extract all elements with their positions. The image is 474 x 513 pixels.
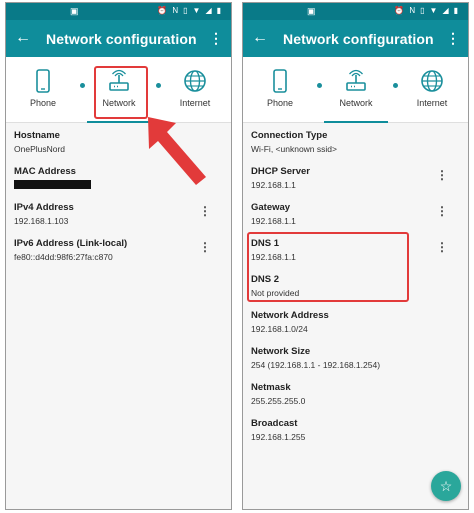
kebab-icon[interactable]: ⋮ — [436, 169, 448, 181]
tab-label: Phone — [29, 98, 57, 108]
list-item-dns-1: DNS 1 192.168.1.1 ⋮ — [243, 231, 468, 267]
router-icon — [346, 69, 366, 91]
favorite-button[interactable]: ☆ — [431, 471, 461, 501]
list-item-ipv6-address: IPv6 Address (Link-local) fe80::d4dd:98f… — [6, 231, 231, 267]
tab-internet[interactable]: Internet — [161, 57, 229, 122]
battery-icon: ▮ — [216, 6, 221, 15]
router-icon — [109, 69, 129, 91]
phone-screen-right: ▣ ⏰ N ▯ ▼ ◢ ▮ ← Network configuration ⋮ … — [242, 2, 469, 510]
alarm-icon: ⏰ — [157, 6, 168, 15]
item-label: DNS 2 — [251, 274, 279, 285]
item-value: 254 (192.168.1.1 - 192.168.1.254) — [251, 360, 381, 370]
tab-phone[interactable]: Phone — [246, 57, 314, 122]
details-list: Connection Type Wi-Fi, <unknown ssid> DH… — [243, 123, 468, 509]
list-item-dhcp-server: DHCP Server 192.168.1.1 ⋮ — [243, 159, 468, 195]
kebab-icon[interactable]: ⋮ — [436, 241, 448, 253]
item-value: Wi-Fi, <unknown ssid> — [251, 144, 337, 154]
kebab-icon[interactable]: ⋮ — [199, 241, 211, 253]
status-bar: ▣ ⏰ N ▯ ▼ ◢ ▮ — [243, 3, 468, 20]
image-icon: ▣ — [70, 6, 79, 16]
tab-bar: Phone Network Internet — [243, 57, 468, 123]
back-arrow-icon[interactable]: ← — [15, 29, 31, 47]
red-arrow-annotation — [148, 117, 206, 185]
app-bar: ← Network configuration ⋮ — [243, 20, 468, 57]
tab-label: Internet — [416, 98, 448, 108]
list-item-network-size: Network Size 254 (192.168.1.1 - 192.168.… — [243, 339, 468, 375]
tab-phone[interactable]: Phone — [9, 57, 77, 122]
page-title: Network configuration — [46, 31, 197, 47]
tab-bar: Phone Network Internet — [6, 57, 231, 123]
kebab-icon[interactable]: ⋮ — [199, 205, 211, 217]
list-item-connection-type: Connection Type Wi-Fi, <unknown ssid> — [243, 123, 468, 159]
tab-network[interactable]: Network — [322, 57, 390, 123]
item-label: Broadcast — [251, 418, 298, 429]
list-item-network-address: Network Address 192.168.1.0/24 — [243, 303, 468, 339]
overflow-menu-icon[interactable]: ⋮ — [446, 29, 460, 47]
tab-label: Network — [102, 98, 136, 108]
tab-internet[interactable]: Internet — [398, 57, 466, 122]
vibrate-icon: ▯ — [420, 6, 425, 15]
list-item-netmask: Netmask 255.255.255.0 — [243, 375, 468, 411]
item-label: Network Size — [251, 346, 311, 357]
signal-icon: ◢ — [205, 6, 212, 15]
nfc-icon: N — [409, 6, 416, 15]
item-value: 192.168.1.255 — [251, 432, 306, 442]
phone-screen-left: ▣ ⏰ N ▯ ▼ ◢ ▮ ← Network configuration ⋮ … — [5, 2, 232, 510]
page-title: Network configuration — [283, 31, 434, 47]
list-item-dns-2: DNS 2 Not provided — [243, 267, 468, 303]
image-icon: ▣ — [307, 6, 316, 16]
redacted-value — [14, 180, 91, 189]
tab-network[interactable]: Network — [85, 57, 153, 123]
tab-label: Internet — [179, 98, 211, 108]
back-arrow-icon[interactable]: ← — [252, 29, 268, 47]
phone-icon — [36, 69, 50, 93]
battery-icon: ▮ — [453, 6, 458, 15]
wifi-icon: ▼ — [429, 6, 438, 15]
overflow-menu-icon[interactable]: ⋮ — [209, 29, 223, 47]
item-value: Not provided — [251, 288, 300, 298]
wifi-icon: ▼ — [192, 6, 201, 15]
kebab-icon[interactable]: ⋮ — [436, 205, 448, 217]
globe-icon — [421, 70, 443, 92]
list-item-ipv4-address: IPv4 Address 192.168.1.103 ⋮ — [6, 195, 231, 231]
vibrate-icon: ▯ — [183, 6, 188, 15]
globe-icon — [184, 70, 206, 92]
nfc-icon: N — [172, 6, 179, 15]
list-item-broadcast: Broadcast 192.168.1.255 — [243, 411, 468, 447]
star-icon: ☆ — [439, 478, 453, 494]
item-label: Network Address — [251, 310, 329, 321]
signal-icon: ◢ — [442, 6, 449, 15]
item-label: Netmask — [251, 382, 291, 393]
tab-label: Network — [339, 98, 373, 108]
status-bar: ▣ ⏰ N ▯ ▼ ◢ ▮ — [6, 3, 231, 20]
item-label: Connection Type — [251, 130, 328, 141]
status-icons: ⏰ N ▯ ▼ ◢ ▮ — [394, 6, 458, 15]
alarm-icon: ⏰ — [394, 6, 405, 15]
app-bar: ← Network configuration ⋮ — [6, 20, 231, 57]
phone-icon — [273, 69, 287, 93]
item-value: 255.255.255.0 — [251, 396, 306, 406]
item-value: 192.168.1.0/24 — [251, 324, 308, 334]
list-item-gateway: Gateway 192.168.1.1 ⋮ — [243, 195, 468, 231]
status-icons: ⏰ N ▯ ▼ ◢ ▮ — [157, 6, 221, 15]
tab-label: Phone — [266, 98, 294, 108]
